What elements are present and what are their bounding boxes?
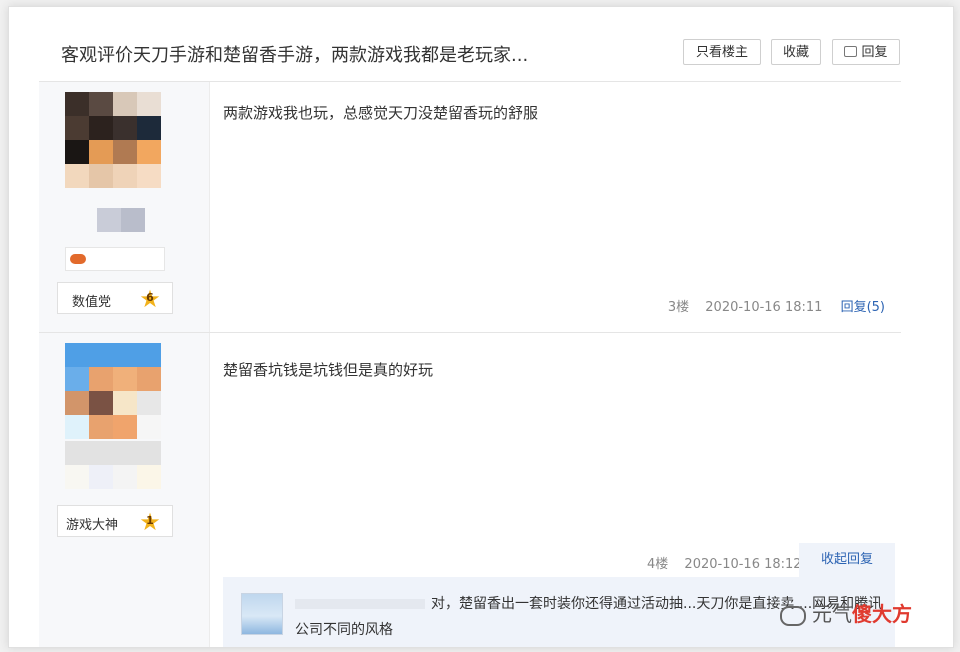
- only-op-button[interactable]: 只看楼主: [683, 39, 761, 65]
- username[interactable]: [97, 208, 145, 232]
- subreply-avatar[interactable]: [241, 593, 283, 635]
- thread-header: 客观评价天刀手游和楚留香手游，两款游戏我都是老玩家... 只看楼主 收藏 回复: [39, 21, 901, 82]
- floor-number: 3楼: [667, 300, 690, 315]
- game-badge: [65, 247, 165, 271]
- reply-button[interactable]: 回复: [832, 39, 900, 65]
- collect-button[interactable]: 收藏: [771, 39, 821, 65]
- reply-icon: [844, 46, 858, 57]
- post-meta: 3楼 2020-10-16 18:11 回复(5): [668, 296, 885, 315]
- post-content: 楚留香坑钱是坑钱但是真的好玩: [223, 361, 434, 379]
- wechat-icon: [780, 605, 806, 626]
- user-level[interactable]: 游戏大神 ★ 1: [57, 505, 173, 537]
- collapse-replies-link[interactable]: 收起回复: [799, 543, 895, 577]
- forum-frame: 客观评价天刀手游和楚留香手游，两款游戏我都是老玩家... 只看楼主 收藏 回复 …: [8, 6, 954, 648]
- watermark-highlight: 傻大方: [852, 602, 912, 626]
- level-title: 游戏大神: [66, 518, 119, 533]
- post-floor-3: 数值党 ★ 6 两款游戏我也玩，总感觉天刀没楚留香玩的舒服 3楼 2020-10…: [39, 82, 901, 333]
- user-panel: 数值党 ★ 6: [39, 82, 210, 332]
- reply-button-label: 回复: [861, 45, 888, 60]
- floor-number: 4楼: [647, 557, 669, 572]
- watermark-prefix: 元气: [812, 602, 852, 626]
- thread-title: 客观评价天刀手游和楚留香手游，两款游戏我都是老玩家...: [61, 45, 529, 66]
- reply-count-link[interactable]: 回复(5): [841, 300, 885, 315]
- post-meta: 4楼 2020-10-16 18:12: [647, 553, 816, 572]
- post-time: 2020-10-16 18:12: [684, 557, 802, 572]
- avatar[interactable]: [65, 343, 161, 439]
- username[interactable]: [65, 465, 161, 489]
- level-number: 6: [146, 291, 154, 304]
- gamepad-icon: [70, 254, 86, 264]
- avatar-blur-band: [65, 441, 161, 465]
- avatar[interactable]: [65, 92, 161, 188]
- watermark: 元气傻大方: [780, 598, 912, 627]
- post-content: 两款游戏我也玩，总感觉天刀没楚留香玩的舒服: [223, 104, 539, 122]
- level-title: 数值党: [72, 295, 112, 310]
- post-floor-4: 游戏大神 ★ 1 楚留香坑钱是坑钱但是真的好玩 4楼 2020-10-16 18…: [39, 333, 901, 647]
- post-time: 2020-10-16 18:11: [705, 300, 823, 315]
- level-number: 1: [146, 514, 154, 527]
- subreply-username[interactable]: [295, 599, 425, 609]
- user-panel: 游戏大神 ★ 1: [39, 333, 210, 647]
- user-level[interactable]: 数值党 ★ 6: [57, 282, 173, 314]
